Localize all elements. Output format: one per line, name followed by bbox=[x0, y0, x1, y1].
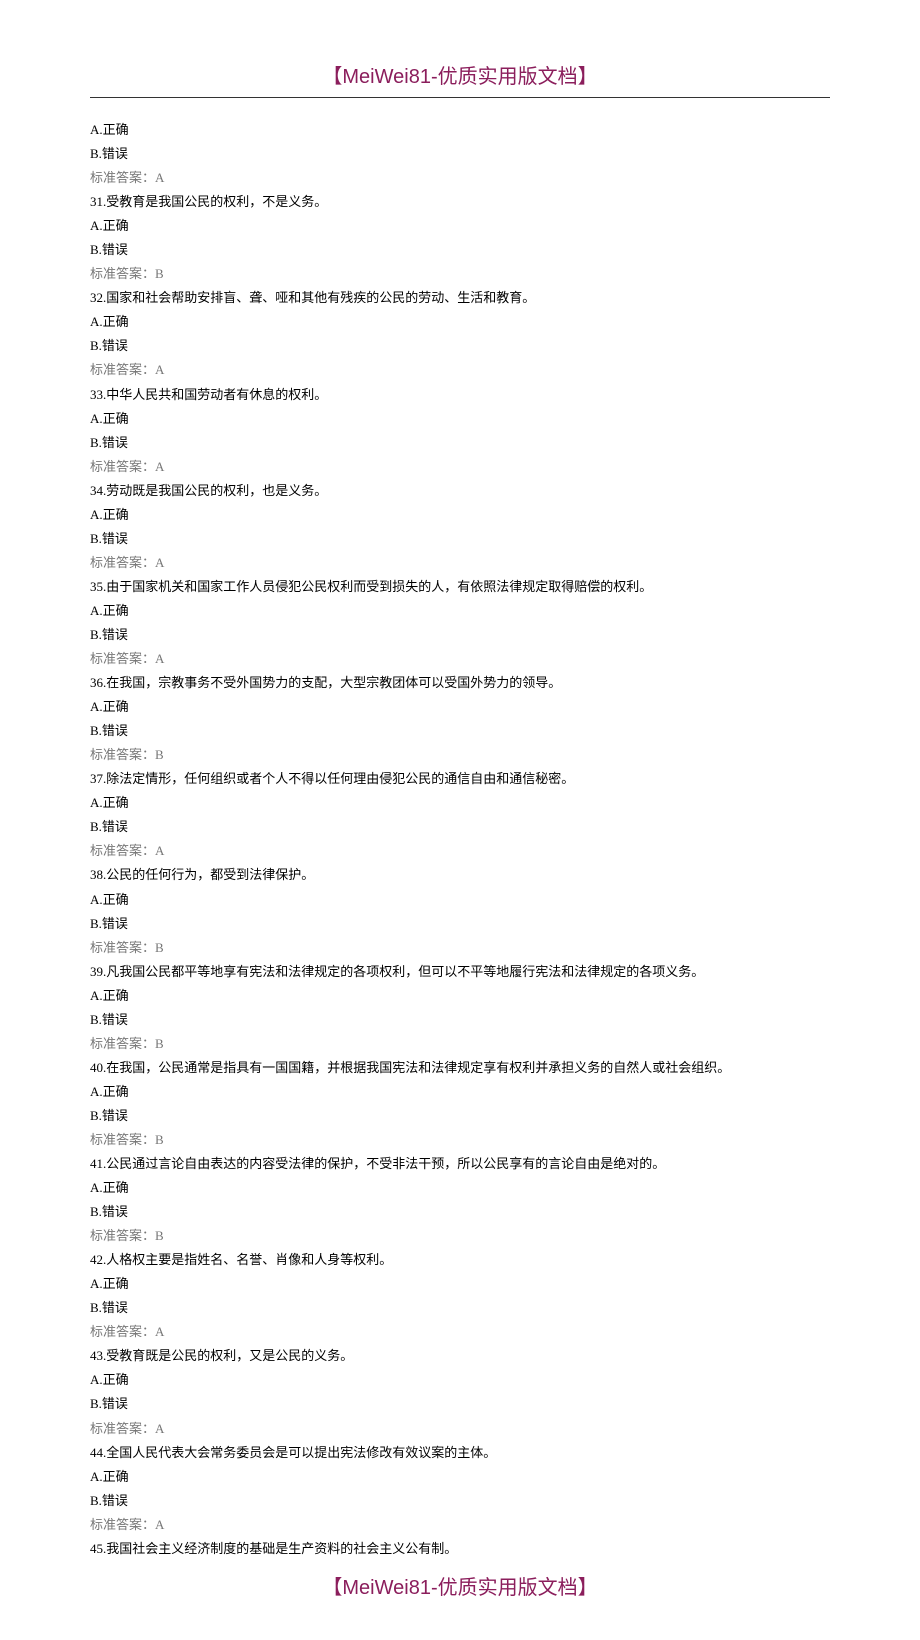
option-text: A.正确 bbox=[90, 1080, 830, 1104]
answer-text: 标准答案：A bbox=[90, 1417, 830, 1441]
answer-text: 标准答案：A bbox=[90, 1320, 830, 1344]
question-text: 34.劳动既是我国公民的权利，也是义务。 bbox=[90, 479, 830, 503]
question-text: 39.凡我国公民都平等地享有宪法和法律规定的各项权利，但可以不平等地履行宪法和法… bbox=[90, 960, 830, 984]
question-text: 38.公民的任何行为，都受到法律保护。 bbox=[90, 863, 830, 887]
question-text: 31.受教育是我国公民的权利，不是义务。 bbox=[90, 190, 830, 214]
option-text: A.正确 bbox=[90, 984, 830, 1008]
option-text: A.正确 bbox=[90, 1272, 830, 1296]
option-text: A.正确 bbox=[90, 310, 830, 334]
answer-text: 标准答案：A bbox=[90, 166, 830, 190]
answer-text: 标准答案：A bbox=[90, 455, 830, 479]
answer-text: 标准答案：A bbox=[90, 551, 830, 575]
page-header: 【MeiWei81-优质实用版文档】 bbox=[90, 60, 830, 98]
option-text: A.正确 bbox=[90, 118, 830, 142]
document-page: 【MeiWei81-优质实用版文档】 A.正确B.错误标准答案：A31.受教育是… bbox=[0, 0, 920, 1640]
answer-text: 标准答案：B bbox=[90, 936, 830, 960]
question-text: 42.人格权主要是指姓名、名誉、肖像和人身等权利。 bbox=[90, 1248, 830, 1272]
option-text: A.正确 bbox=[90, 599, 830, 623]
option-text: B.错误 bbox=[90, 527, 830, 551]
option-text: A.正确 bbox=[90, 1465, 830, 1489]
option-text: B.错误 bbox=[90, 1200, 830, 1224]
question-text: 40.在我国，公民通常是指具有一国国籍，并根据我国宪法和法律规定享有权利并承担义… bbox=[90, 1056, 830, 1080]
answer-text: 标准答案：B bbox=[90, 1224, 830, 1248]
question-text: 33.中华人民共和国劳动者有休息的权利。 bbox=[90, 383, 830, 407]
question-text: 43.受教育既是公民的权利，又是公民的义务。 bbox=[90, 1344, 830, 1368]
question-text: 37.除法定情形，任何组织或者个人不得以任何理由侵犯公民的通信自由和通信秘密。 bbox=[90, 767, 830, 791]
option-text: B.错误 bbox=[90, 431, 830, 455]
option-text: B.错误 bbox=[90, 1392, 830, 1416]
option-text: A.正确 bbox=[90, 888, 830, 912]
option-text: B.错误 bbox=[90, 1104, 830, 1128]
answer-text: 标准答案：A bbox=[90, 1513, 830, 1537]
option-text: A.正确 bbox=[90, 1368, 830, 1392]
question-text: 44.全国人民代表大会常务委员会是可以提出宪法修改有效议案的主体。 bbox=[90, 1441, 830, 1465]
option-text: B.错误 bbox=[90, 1008, 830, 1032]
question-text: 35.由于国家机关和国家工作人员侵犯公民权利而受到损失的人，有依照法律规定取得赔… bbox=[90, 575, 830, 599]
option-text: B.错误 bbox=[90, 1296, 830, 1320]
option-text: B.错误 bbox=[90, 334, 830, 358]
question-text: 36.在我国，宗教事务不受外国势力的支配，大型宗教团体可以受国外势力的领导。 bbox=[90, 671, 830, 695]
option-text: B.错误 bbox=[90, 719, 830, 743]
question-text: 32.国家和社会帮助安排盲、聋、哑和其他有残疾的公民的劳动、生活和教育。 bbox=[90, 286, 830, 310]
option-text: B.错误 bbox=[90, 1489, 830, 1513]
answer-text: 标准答案：B bbox=[90, 1128, 830, 1152]
option-text: A.正确 bbox=[90, 214, 830, 238]
answer-text: 标准答案：B bbox=[90, 743, 830, 767]
option-text: B.错误 bbox=[90, 238, 830, 262]
question-text: 41.公民通过言论自由表达的内容受法律的保护，不受非法干预，所以公民享有的言论自… bbox=[90, 1152, 830, 1176]
answer-text: 标准答案：A bbox=[90, 839, 830, 863]
document-body: A.正确B.错误标准答案：A31.受教育是我国公民的权利，不是义务。A.正确B.… bbox=[90, 118, 830, 1561]
question-text: 45.我国社会主义经济制度的基础是生产资料的社会主义公有制。 bbox=[90, 1537, 830, 1561]
option-text: A.正确 bbox=[90, 1176, 830, 1200]
option-text: A.正确 bbox=[90, 407, 830, 431]
page-footer: 【MeiWei81-优质实用版文档】 bbox=[90, 1571, 830, 1600]
answer-text: 标准答案：A bbox=[90, 358, 830, 382]
answer-text: 标准答案：B bbox=[90, 1032, 830, 1056]
answer-text: 标准答案：B bbox=[90, 262, 830, 286]
option-text: B.错误 bbox=[90, 623, 830, 647]
option-text: A.正确 bbox=[90, 503, 830, 527]
option-text: B.错误 bbox=[90, 815, 830, 839]
option-text: B.错误 bbox=[90, 142, 830, 166]
option-text: A.正确 bbox=[90, 695, 830, 719]
answer-text: 标准答案：A bbox=[90, 647, 830, 671]
option-text: B.错误 bbox=[90, 912, 830, 936]
option-text: A.正确 bbox=[90, 791, 830, 815]
